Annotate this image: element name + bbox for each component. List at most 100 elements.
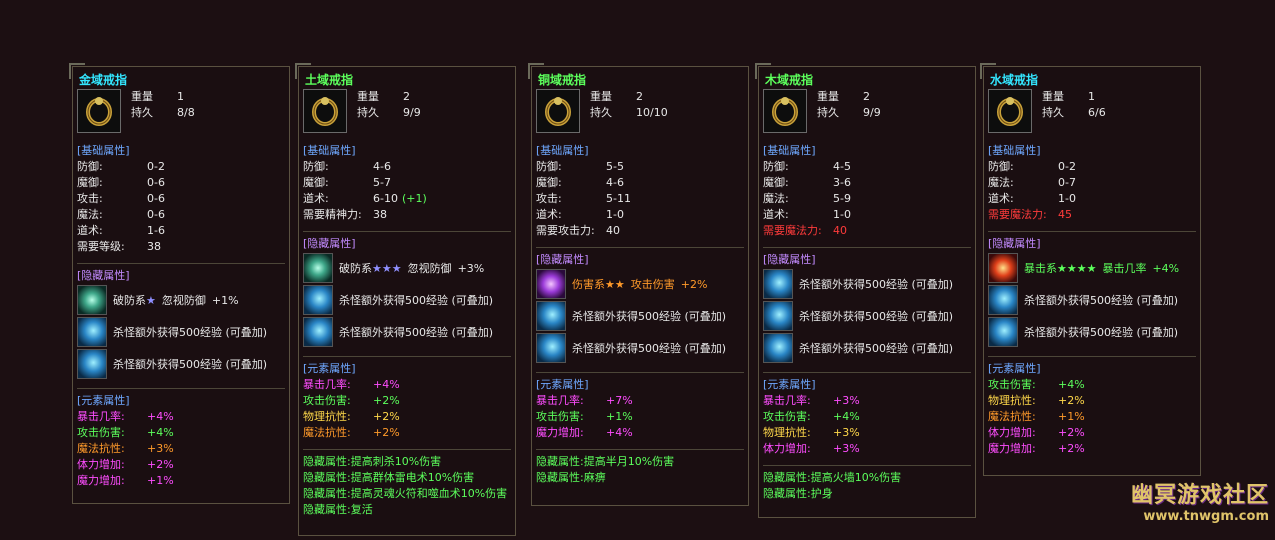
attribute-row: 防御: 0-2 xyxy=(77,159,285,175)
attribute-label: 魔力增加: xyxy=(988,442,1036,455)
hidden-attribute-row: 杀怪额外获得500经验 (可叠加) xyxy=(77,316,285,348)
attribute-number: 3-6 xyxy=(833,176,851,189)
attribute-number: 0-2 xyxy=(147,160,165,173)
item-basic-info: 重量 2 持久 9/9 xyxy=(357,89,421,135)
attribute-value: 6-10 (+1) xyxy=(373,191,427,207)
info-value: 9/9 xyxy=(403,106,421,119)
attribute-value: 40 xyxy=(833,223,847,239)
element-attributes-section: [元素属性] 暴击几率: +4% 攻击伤害: +4% 魔法抗性: +3% 体力增加: +2% 魔力… xyxy=(77,388,285,489)
element-attribute-row: 暴击几率: +4% xyxy=(303,377,511,393)
star-rating: ★ xyxy=(146,293,156,307)
info-value: 1 xyxy=(177,90,184,103)
attribute-label: 魔法: xyxy=(763,192,789,205)
attribute-value: 1-6 xyxy=(147,223,165,239)
hidden-attribute-text: 杀怪额外获得500经验 (可叠加) xyxy=(572,342,727,355)
hidden-attribute-row: 杀怪额外获得500经验 (可叠加) xyxy=(536,300,744,332)
info-label: 重量 xyxy=(131,90,153,103)
element-attribute-row: 暴击几率: +4% xyxy=(77,409,285,425)
hidden-attribute-text: 杀怪额外获得500经验 (可叠加) xyxy=(339,294,494,307)
item-basic-info: 重量 2 持久 9/9 xyxy=(817,89,881,135)
attribute-row: 魔御: 0-6 xyxy=(77,175,285,191)
attribute-row: 需要魔法力: 45 xyxy=(988,207,1196,223)
attribute-row: 魔法: 0-6 xyxy=(77,207,285,223)
basic-attributes-section: [基础属性] 防御: 5-5 魔御: 4-6 攻击: 5-11 道术: 1-0 需要攻击力: 40 xyxy=(536,139,744,239)
star-rating: ★★★ xyxy=(372,261,402,275)
attribute-label: 魔力增加: xyxy=(77,474,125,487)
info-label: 持久 xyxy=(817,106,839,119)
attribute-value: 5-7 xyxy=(373,175,391,191)
attribute-value: +2% xyxy=(373,426,400,439)
section-heading: [基础属性] xyxy=(536,144,589,157)
item-title: 金域戒指 xyxy=(79,73,128,87)
info-value: 2 xyxy=(863,90,870,103)
attribute-value: +1% xyxy=(147,474,174,487)
item-title: 铜域戒指 xyxy=(538,73,587,87)
attribute-label: 道术: xyxy=(763,208,789,221)
attribute-label: 物理抗性: xyxy=(988,394,1036,407)
item-header: 重量 2 持久 10/10 xyxy=(532,87,748,135)
attribute-value: +3% xyxy=(147,442,174,455)
star-rating: ★★ xyxy=(605,277,625,291)
hidden-attribute-text: 破防系 xyxy=(339,262,372,275)
hidden-attribute-text: 暴击系 xyxy=(1024,262,1057,275)
hidden-attribute-value: +3% xyxy=(457,261,485,275)
skill-icon xyxy=(763,333,793,363)
attribute-label: 道术: xyxy=(988,192,1014,205)
durability-row: 持久 9/9 xyxy=(357,105,421,121)
attribute-value: +7% xyxy=(606,394,633,407)
ring-icon xyxy=(988,89,1032,133)
hidden-attribute-row: 杀怪额外获得500经验 (可叠加) xyxy=(988,316,1196,348)
ring-tooltip-panel: 土域戒指 重量 2 持久 9/9 [基础属性] 防御: 4-6 魔御: 5-7 道术: 6-10 (+1… xyxy=(295,63,516,536)
weight-row: 重量 1 xyxy=(1042,89,1106,105)
skill-icon xyxy=(77,317,107,347)
skill-icon xyxy=(763,269,793,299)
item-title: 水域戒指 xyxy=(990,73,1039,87)
item-header: 重量 1 持久 8/8 xyxy=(73,87,289,135)
attribute-label: 物理抗性: xyxy=(763,426,811,439)
element-attribute-row: 攻击伤害: +4% xyxy=(77,425,285,441)
attribute-value: 1-0 xyxy=(833,207,851,223)
attribute-label: 魔御: xyxy=(303,176,329,189)
attribute-label: 魔法: xyxy=(77,208,103,221)
info-value: 8/8 xyxy=(177,106,195,119)
info-label: 持久 xyxy=(131,106,153,119)
section-heading: [元素属性] xyxy=(988,362,1041,375)
hidden-attribute-text: 杀怪额外获得500经验 (可叠加) xyxy=(799,342,954,355)
info-value: 2 xyxy=(403,90,410,103)
attribute-label: 道术: xyxy=(536,208,562,221)
element-attribute-row: 攻击伤害: +1% xyxy=(536,409,744,425)
hidden-attribute-value: +4% xyxy=(1152,261,1180,275)
element-attributes-section: [元素属性] 攻击伤害: +4% 物理抗性: +2% 魔法抗性: +1% 体力增加: +2% 魔力… xyxy=(988,356,1196,457)
section-heading: [基础属性] xyxy=(988,144,1041,157)
section-heading: [元素属性] xyxy=(303,362,356,375)
element-attribute-row: 攻击伤害: +4% xyxy=(763,409,971,425)
hidden-attribute-text: 杀怪额外获得500经验 (可叠加) xyxy=(1024,326,1179,339)
info-value: 9/9 xyxy=(863,106,881,119)
ring-tooltip-panel: 水域戒指 重量 1 持久 6/6 [基础属性] 防御: 0-2 魔法: 0-7 道术: 1-0 需要魔法… xyxy=(980,63,1201,476)
attribute-label: 攻击伤害: xyxy=(763,410,811,423)
element-attribute-row: 攻击伤害: +2% xyxy=(303,393,511,409)
attribute-row: 道术: 1-0 xyxy=(763,207,971,223)
attribute-value: +4% xyxy=(373,378,400,391)
section-heading: [元素属性] xyxy=(77,394,130,407)
attribute-number: 1-0 xyxy=(606,208,624,221)
hidden-attribute-effect: 忽视防御 xyxy=(407,262,452,275)
attribute-label: 防御: xyxy=(536,160,562,173)
hidden-bonus-notes: 隐藏属性:提高火墙10%伤害 隐藏属性:护身 xyxy=(763,465,971,502)
attribute-label: 防御: xyxy=(303,160,329,173)
attribute-row: 魔御: 3-6 xyxy=(763,175,971,191)
attribute-value: +4% xyxy=(147,410,174,423)
skill-icon xyxy=(536,333,566,363)
attribute-number: 0-2 xyxy=(1058,160,1076,173)
hidden-attribute-effect: 忽视防御 xyxy=(161,294,206,307)
attribute-label: 需要等级: xyxy=(77,240,125,253)
hidden-attribute-row: 杀怪额外获得500经验 (可叠加) xyxy=(763,268,971,300)
attribute-label: 魔御: xyxy=(77,176,103,189)
hidden-bonus-notes: 隐藏属性:提高刺杀10%伤害 隐藏属性:提高群体雷电术10%伤害 隐藏属性:提高灵魂… xyxy=(303,449,511,518)
attribute-value: 5-9 xyxy=(833,191,851,207)
item-title: 土域戒指 xyxy=(305,73,354,87)
basic-attributes-section: [基础属性] 防御: 0-2 魔御: 0-6 攻击: 0-6 魔法: 0-6 道术: 1-6 需要等级… xyxy=(77,139,285,255)
element-attribute-row: 物理抗性: +2% xyxy=(988,393,1196,409)
skill-icon xyxy=(536,301,566,331)
info-label: 重量 xyxy=(817,90,839,103)
